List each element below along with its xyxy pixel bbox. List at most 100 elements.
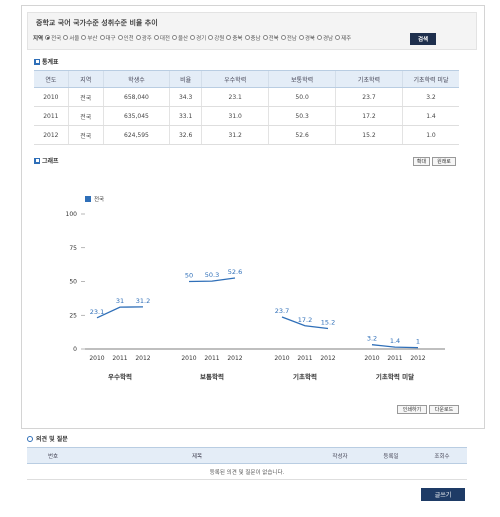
stats-cell: 2012 bbox=[34, 125, 69, 145]
region-radio-label: 전남 bbox=[286, 35, 297, 42]
region-radio-item[interactable]: 강원 bbox=[208, 34, 224, 42]
board-col-number: 번호 bbox=[27, 447, 79, 464]
x-tick-label: 2011 bbox=[297, 355, 312, 362]
radio-button[interactable] bbox=[153, 35, 159, 40]
stats-cell: 624,595 bbox=[102, 125, 170, 145]
stats-cell: 31.2 bbox=[201, 125, 269, 145]
region-radio-item[interactable]: 경남 bbox=[317, 34, 333, 42]
stats-col-header: 학생수 bbox=[102, 70, 170, 88]
section-bullet-icon bbox=[34, 58, 40, 65]
region-radio-label: 전북 bbox=[268, 35, 279, 42]
board-col-views: 조회수 bbox=[417, 447, 467, 464]
series-line bbox=[371, 344, 419, 349]
region-radio-item[interactable]: 울산 bbox=[172, 34, 188, 42]
region-radio-label: 인천 bbox=[123, 35, 134, 42]
stats-cell: 31.0 bbox=[201, 106, 269, 126]
stats-cell: 3.2 bbox=[401, 87, 459, 107]
data-label: 1.4 bbox=[390, 337, 400, 345]
region-radio-item[interactable]: 부산 bbox=[81, 34, 98, 42]
stats-cell: 전국 bbox=[67, 125, 104, 145]
x-tick-label: 2011 bbox=[204, 355, 219, 362]
stats-cell: 32.6 bbox=[168, 125, 202, 145]
region-radio-item[interactable]: 충남 bbox=[244, 34, 261, 42]
stats-cell: 23.1 bbox=[201, 87, 269, 107]
radio-button[interactable] bbox=[45, 35, 51, 40]
region-radio-item[interactable]: 충북 bbox=[226, 34, 243, 42]
region-radio-label: 부산 bbox=[87, 35, 98, 42]
region-radio-item[interactable]: 광주 bbox=[135, 34, 152, 42]
stats-table: 연도 지역 학생수 비율 우수학력 보통학력 기초학력 기초학력 미달 2010 전국 658,0… bbox=[34, 70, 459, 145]
region-radio-label: 전국 bbox=[51, 35, 62, 42]
region-radio-item[interactable]: 전남 bbox=[280, 34, 297, 42]
region-filter: 지역 전국 서울 부산 대구 인천 광주 대전 울산 경기 강원 충북 충남 전북 전남 경북 경남 제주 bbox=[33, 33, 353, 42]
radio-button[interactable] bbox=[117, 35, 123, 40]
line-chart: 0 25 50 75 100 23.1 2010 31 2011 31.2 2012 우수학력 50 20… bbox=[66, 211, 445, 381]
search-button[interactable]: 검색 bbox=[410, 33, 436, 45]
region-radio-item[interactable]: 제주 bbox=[335, 34, 351, 42]
stats-col-header: 기초학력 미달 bbox=[401, 70, 459, 88]
download-button[interactable]: 다운로드 bbox=[429, 405, 459, 414]
graph-section-label: 그래프 bbox=[42, 158, 59, 165]
radio-button[interactable] bbox=[208, 35, 214, 40]
write-button[interactable]: 글쓰기 bbox=[421, 488, 465, 501]
stats-col-header: 기초학력 bbox=[335, 70, 403, 88]
stats-cell: 2011 bbox=[34, 106, 69, 126]
region-radio-item[interactable]: 대구 bbox=[99, 34, 116, 42]
region-radio-item[interactable]: 인천 bbox=[117, 34, 134, 42]
radio-button[interactable] bbox=[190, 35, 196, 40]
radio-button[interactable] bbox=[135, 35, 141, 40]
region-radio-label: 충남 bbox=[250, 35, 261, 42]
radio-button[interactable] bbox=[335, 35, 341, 40]
radio-button[interactable] bbox=[226, 35, 232, 40]
y-tick-label: 100 bbox=[66, 211, 78, 218]
reset-zoom-button[interactable]: 원래로 bbox=[432, 157, 456, 166]
x-tick-label: 2012 bbox=[135, 355, 150, 362]
data-label: 50.3 bbox=[205, 271, 219, 279]
board-empty-message: 등록된 의견 및 질문이 없습니다. bbox=[27, 463, 467, 480]
stats-cell: 15.2 bbox=[335, 125, 403, 145]
region-radio-label: 서울 bbox=[69, 35, 80, 42]
stats-cell: 33.1 bbox=[168, 106, 202, 126]
radio-button[interactable] bbox=[81, 35, 87, 40]
region-radio-item[interactable]: 전북 bbox=[262, 34, 279, 42]
x-tick-label: 2010 bbox=[89, 355, 104, 362]
zoom-in-button[interactable]: 확대 bbox=[413, 157, 430, 166]
group-label: 기초학력 미달 bbox=[376, 372, 414, 381]
radio-button[interactable] bbox=[262, 35, 268, 40]
stats-cell: 52.6 bbox=[268, 125, 336, 145]
x-tick-label: 2010 bbox=[181, 355, 196, 362]
group-label: 기초학력 bbox=[293, 372, 317, 381]
y-tick-label: 0 bbox=[73, 346, 77, 353]
stats-col-header: 비율 bbox=[168, 70, 202, 88]
region-radio-item[interactable]: 경북 bbox=[298, 34, 315, 42]
radio-button[interactable] bbox=[63, 35, 69, 40]
region-radio-item[interactable]: 경기 bbox=[190, 34, 206, 42]
stats-cell: 658,040 bbox=[102, 87, 170, 107]
board-section-label: 의견 및 질문 bbox=[36, 436, 68, 443]
region-radio-item[interactable]: 대전 bbox=[153, 34, 170, 42]
stats-cell: 전국 bbox=[67, 87, 104, 107]
region-radio-label: 울산 bbox=[178, 35, 189, 42]
print-button[interactable]: 인쇄하기 bbox=[397, 405, 427, 414]
radio-button[interactable] bbox=[280, 35, 286, 40]
region-radio-item[interactable]: 전국 bbox=[45, 34, 61, 42]
data-label: 3.2 bbox=[367, 335, 377, 343]
y-tick-label: 75 bbox=[69, 245, 77, 252]
radio-button[interactable] bbox=[298, 35, 304, 40]
data-label: 50 bbox=[185, 272, 193, 280]
region-radio-item[interactable]: 서울 bbox=[63, 34, 79, 42]
group-label: 보통학력 bbox=[200, 372, 224, 381]
x-tick-label: 2012 bbox=[320, 355, 335, 362]
data-label: 31 bbox=[116, 297, 124, 305]
radio-button[interactable] bbox=[317, 35, 322, 40]
board-col-author: 작성자 bbox=[315, 447, 365, 464]
region-filter-label: 지역 bbox=[33, 35, 44, 42]
radio-button[interactable] bbox=[99, 35, 105, 40]
radio-button[interactable] bbox=[244, 35, 250, 40]
radio-button[interactable] bbox=[172, 35, 177, 40]
stats-cell: 17.2 bbox=[335, 106, 403, 126]
x-tick-label: 2011 bbox=[387, 355, 402, 362]
stats-col-header: 보통학력 bbox=[268, 70, 336, 88]
y-tick-label: 25 bbox=[69, 312, 77, 319]
region-radio-label: 경북 bbox=[304, 35, 315, 42]
